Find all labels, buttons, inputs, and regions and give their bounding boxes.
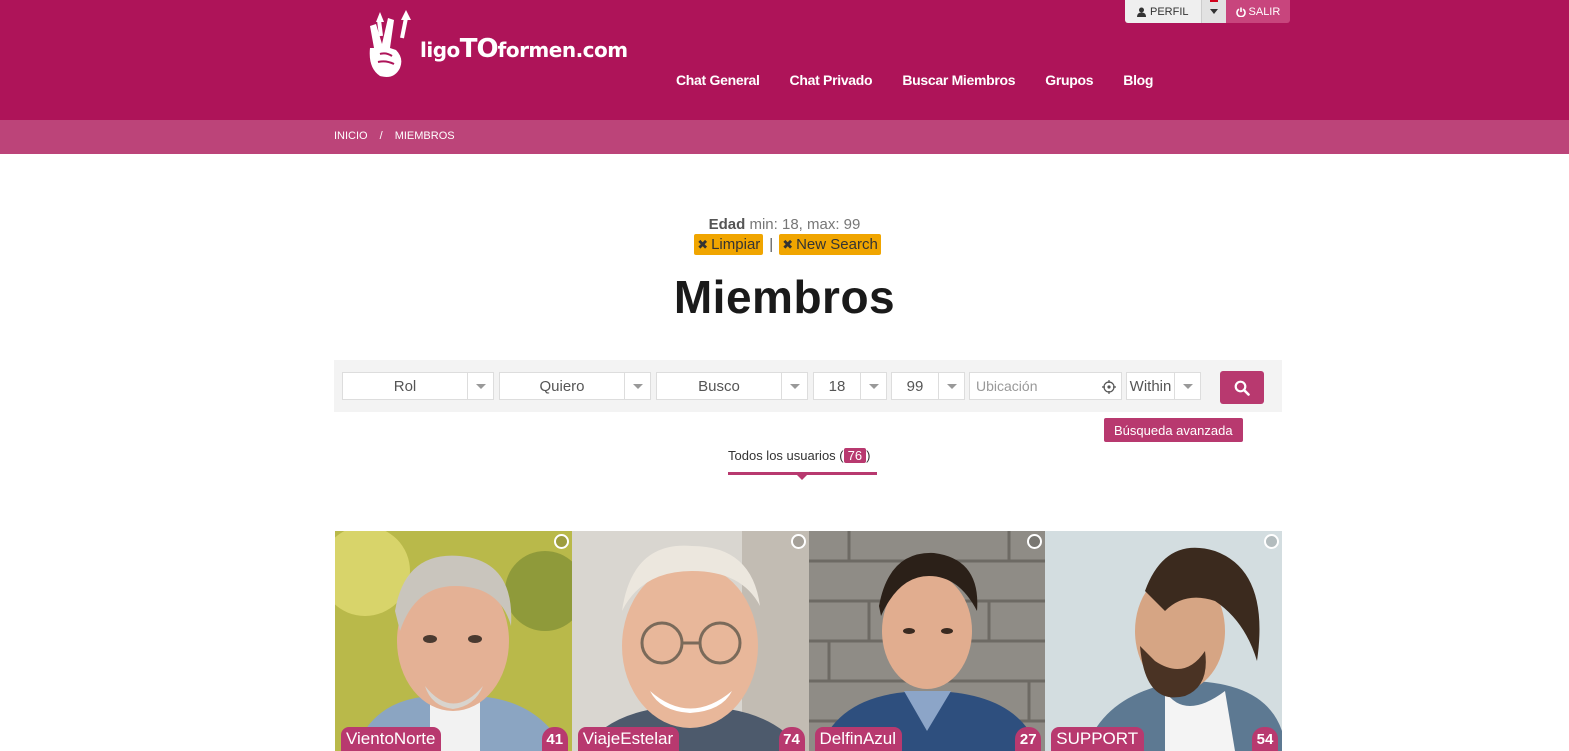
want-select-value: Quiero	[539, 377, 585, 395]
search-button[interactable]	[1220, 371, 1264, 404]
chevron-down-icon	[467, 373, 493, 399]
nav-chat-general[interactable]: Chat General	[676, 72, 760, 88]
age-min-value: 18	[828, 377, 846, 395]
close-icon: ✖	[697, 236, 709, 252]
breadcrumb-separator: /	[379, 130, 383, 142]
tab-active-pointer	[797, 475, 807, 480]
member-name: SUPPORT	[1051, 727, 1145, 751]
chevron-down-icon	[938, 373, 964, 399]
profile-button[interactable]: PERFIL	[1125, 0, 1202, 23]
member-photo	[1045, 531, 1282, 751]
filter-divider: |	[769, 236, 774, 253]
nav-grupos[interactable]: Grupos	[1045, 72, 1093, 88]
filter-actions: ✖ Limpiar | ✖ New Search	[0, 234, 1569, 255]
logo-prefix: ligo	[420, 38, 460, 62]
tab-all-users-close: )	[866, 448, 871, 463]
logout-label: SALIR	[1248, 5, 1281, 18]
tab-all-users[interactable]: Todos los usuarios (76)	[728, 448, 870, 463]
page-title: Miembros	[673, 271, 896, 323]
peace-hand-icon	[369, 10, 411, 77]
member-photo	[571, 531, 809, 751]
member-age-badge: 27	[1015, 727, 1042, 751]
age-min-select[interactable]: 18	[813, 372, 887, 400]
member-photo	[335, 531, 572, 751]
chevron-down-icon	[1209, 9, 1218, 14]
age-max-select[interactable]: 99	[891, 372, 965, 400]
breadcrumb-current: MIEMBROS	[394, 130, 455, 142]
power-icon	[1235, 7, 1246, 17]
seek-select-value: Busco	[698, 377, 740, 395]
user-count-badge: 76	[843, 448, 867, 463]
location-input[interactable]: Ubicación	[969, 372, 1122, 400]
online-status-indicator	[790, 534, 806, 549]
chevron-down-icon	[1174, 373, 1200, 399]
within-select-value: Within	[1129, 377, 1172, 395]
user-icon	[1137, 7, 1146, 17]
clear-filters-button[interactable]: ✖ Limpiar	[694, 234, 764, 255]
age-max-value: 99	[906, 377, 924, 395]
member-search-bar: Rol Quiero Busco 18 99 Ubicación Within	[334, 360, 1282, 412]
member-name: VientoNorte	[341, 727, 442, 751]
member-photo	[808, 531, 1046, 751]
chevron-down-icon	[860, 373, 886, 399]
member-card[interactable]: SUPPORT 54	[1045, 531, 1282, 751]
profile-dropdown-toggle[interactable]	[1201, 0, 1226, 23]
new-search-label: New Search	[796, 236, 878, 253]
chevron-down-icon	[781, 373, 807, 399]
crosshair-icon[interactable]	[1102, 380, 1116, 394]
chevron-down-icon	[624, 373, 650, 399]
active-filter-summary: Edad min: 18, max: 99	[0, 216, 1569, 233]
within-select[interactable]: Within	[1126, 372, 1201, 400]
member-card[interactable]: DelfinAzul 27	[808, 531, 1046, 751]
tab-all-users-label: Todos los usuarios (	[728, 448, 844, 463]
profile-label: PERFIL	[1150, 5, 1189, 18]
seek-select[interactable]: Busco	[656, 372, 808, 400]
online-status-indicator	[553, 534, 569, 549]
filter-field: Edad	[708, 216, 746, 233]
search-icon	[1234, 380, 1250, 396]
location-placeholder: Ubicación	[976, 378, 1038, 394]
main-nav: Chat General Chat Privado Buscar Miembro…	[676, 72, 1183, 88]
member-name: ViajeEstelar	[577, 727, 680, 751]
logout-button[interactable]: SALIR	[1225, 0, 1291, 23]
site-header: ligoTOformen.com PERFIL SALIR Chat Gener…	[0, 0, 1569, 120]
member-card[interactable]: ViajeEstelar 74	[571, 531, 809, 751]
breadcrumb: INICIO / MIEMBROS	[334, 130, 455, 142]
breadcrumb-bar	[0, 120, 1569, 154]
logo-text: ligoTOformen.com	[420, 34, 628, 64]
filter-value: min: 18, max: 99	[749, 216, 861, 233]
new-search-button[interactable]: ✖ New Search	[779, 234, 881, 255]
member-name: DelfinAzul	[814, 727, 903, 751]
member-card[interactable]: VientoNorte 41	[335, 531, 572, 751]
notification-indicator	[1209, 0, 1218, 2]
close-icon: ✖	[782, 236, 794, 252]
role-select-value: Rol	[393, 377, 417, 395]
member-grid: VientoNorte 41 ViajeEstelar 74 DelfinAzu…	[335, 531, 1282, 751]
want-select[interactable]: Quiero	[499, 372, 651, 400]
advanced-search-button[interactable]: Búsqueda avanzada	[1104, 418, 1243, 442]
role-select[interactable]: Rol	[342, 372, 494, 400]
nav-chat-privado[interactable]: Chat Privado	[790, 72, 873, 88]
member-age-badge: 54	[1252, 727, 1278, 751]
logo-suffix: formen.com	[497, 38, 628, 62]
member-age-badge: 74	[778, 727, 805, 751]
nav-blog[interactable]: Blog	[1123, 72, 1153, 88]
logo-mid: TO	[459, 34, 499, 64]
member-age-badge: 41	[541, 727, 568, 751]
nav-buscar-miembros[interactable]: Buscar Miembros	[902, 72, 1015, 88]
account-bar: PERFIL SALIR	[1125, 0, 1291, 23]
clear-filters-label: Limpiar	[711, 236, 761, 253]
site-logo[interactable]: ligoTOformen.com	[366, 8, 628, 80]
online-status-indicator	[1264, 534, 1279, 549]
breadcrumb-home[interactable]: INICIO	[334, 130, 368, 142]
